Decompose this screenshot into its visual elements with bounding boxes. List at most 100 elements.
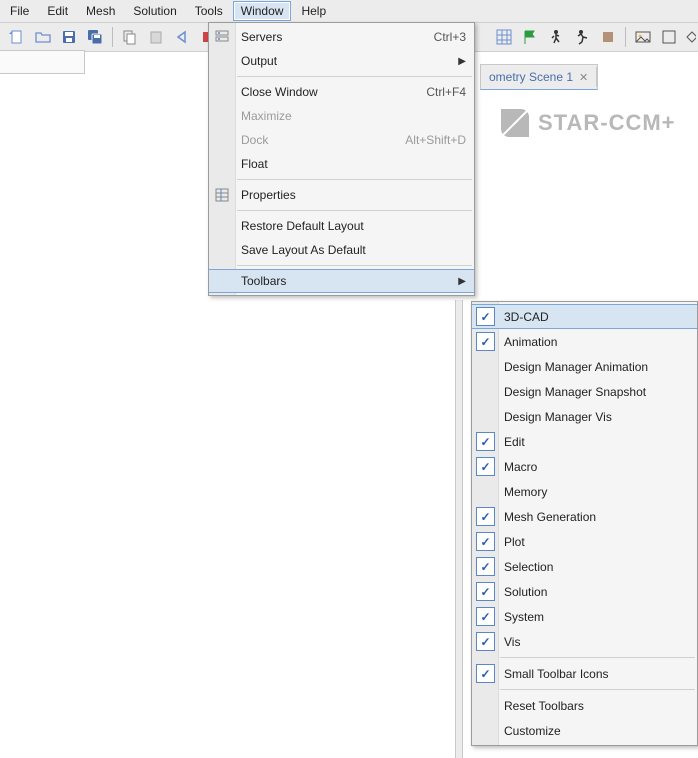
properties-icon [213,186,231,204]
sidebar-tab-stub[interactable] [0,50,85,74]
toolbar-option-small-toolbar-icons[interactable]: ✓Small Toolbar Icons [472,661,697,686]
menu-item-label: Output [241,54,277,68]
open-folder-icon[interactable] [31,25,55,49]
fullscreen-icon[interactable] [657,25,681,49]
menu-item-properties[interactable]: Properties [209,183,474,207]
toolbar-option-macro[interactable]: ✓Macro [472,454,697,479]
starccm-logo: STAR-CCM+ [500,108,676,138]
submenu-item-label: System [504,610,544,624]
menu-mesh[interactable]: Mesh [78,1,123,21]
menu-item-output[interactable]: Output▶ [209,49,474,73]
stop-icon[interactable] [596,25,620,49]
toolbar-separator [112,27,113,47]
toolbar-separator [625,27,626,47]
submenu-item-label: Animation [504,335,557,349]
submenu-item-label: Edit [504,435,525,449]
check-icon: ✓ [476,332,495,351]
check-icon: ✓ [476,607,495,626]
menu-tools[interactable]: Tools [187,1,231,21]
toolbar-option-edit[interactable]: ✓ Edit [472,429,697,454]
toolbar-option-animation[interactable]: ✓ Animation [472,329,697,354]
logo-text: STAR-CCM+ [538,110,676,136]
toolbar-option-3d-cad[interactable]: ✓ 3D-CAD [472,304,697,329]
menu-item-label: Dock [241,133,268,147]
menu-item-restore-default-layout[interactable]: Restore Default Layout [209,214,474,238]
check-icon: ✓ [476,582,495,601]
walk-icon[interactable] [544,25,568,49]
crop-icon[interactable] [683,25,697,49]
menu-item-toolbars[interactable]: Toolbars▶ [209,269,474,293]
menu-item-label: Close Window [241,85,318,99]
submenu-item-label: Plot [504,535,525,549]
toolbar-option-system[interactable]: ✓ System [472,604,697,629]
toolbar-option-memory[interactable]: Memory [472,479,697,504]
menu-separator [237,76,472,77]
copy-icon[interactable] [118,25,142,49]
submenu-item-label: Reset Toolbars [504,699,584,713]
submenu-item-label: Selection [504,560,553,574]
save-all-icon[interactable] [83,25,107,49]
check-icon: ✓ [476,432,495,451]
vertical-divider [455,300,463,758]
menu-item-maximize: Maximize [209,104,474,128]
save-icon[interactable] [57,25,81,49]
menu-item-label: Toolbars [241,274,286,288]
menu-separator [500,689,695,690]
menu-item-close-window[interactable]: Close Window Ctrl+F4 [209,80,474,104]
toolbar-option-plot[interactable]: ✓Plot [472,529,697,554]
new-file-icon[interactable] [5,25,29,49]
servers-icon [213,28,231,46]
menu-item-label: Servers [241,30,282,44]
window-dropdown-menu: Servers Ctrl+3 Output▶ Close Window Ctrl+F4 M… [208,22,475,296]
toolbar-option-solution[interactable]: ✓Solution [472,579,697,604]
toolbar-option-selection[interactable]: ✓Selection [472,554,697,579]
toolbar-option-reset-toolbars[interactable]: Reset Toolbars [472,693,697,718]
toolbars-submenu: ✓ 3D-CAD ✓ Animation Design Manager Animatio… [471,301,698,746]
menu-solution[interactable]: Solution [125,1,184,21]
toolbar-option-design-manager-snapshot[interactable]: Design Manager Snapshot [472,379,697,404]
scene-tab-label: ometry Scene 1 [489,70,573,84]
menu-edit[interactable]: Edit [39,1,76,21]
toolbar-option-vis[interactable]: ✓ Vis [472,629,697,654]
scene-tab-geometry[interactable]: ometry Scene 1 ✕ [481,67,597,87]
flag-icon[interactable] [518,25,542,49]
menu-item-float[interactable]: Float [209,152,474,176]
menu-item-label: Restore Default Layout [241,219,364,233]
menu-item-shortcut: Ctrl+F4 [426,85,466,99]
submenu-item-label: Mesh Generation [504,510,596,524]
close-icon[interactable]: ✕ [579,71,588,84]
scene-tabbar: ometry Scene 1 ✕ [480,64,598,90]
submenu-item-label: Vis [504,635,520,649]
check-icon: ✓ [476,307,495,326]
check-icon: ✓ [476,457,495,476]
menubar: FileEditMeshSolutionToolsWindowHelp [0,0,698,23]
submenu-item-label: 3D-CAD [504,310,549,324]
toolbar-option-design-manager-vis[interactable]: Design Manager Vis [472,404,697,429]
menu-item-dock: Dock Alt+Shift+D [209,128,474,152]
menu-window[interactable]: Window [233,1,292,21]
menu-item-save-layout-as-default[interactable]: Save Layout As Default [209,238,474,262]
prev-icon[interactable] [170,25,194,49]
menu-item-label: Save Layout As Default [241,243,366,257]
menu-item-label: Properties [241,188,296,202]
run-icon[interactable] [570,25,594,49]
picture-icon[interactable] [631,25,655,49]
menu-separator [237,179,472,180]
grid-icon[interactable] [492,25,516,49]
menu-item-shortcut: Alt+Shift+D [405,133,466,147]
menu-file[interactable]: File [2,1,37,21]
toolbar-option-customize[interactable]: Customize [472,718,697,743]
submenu-item-label: Small Toolbar Icons [504,667,609,681]
submenu-item-label: Design Manager Snapshot [504,385,646,399]
submenu-item-label: Design Manager Animation [504,360,648,374]
toolbar-option-design-manager-animation[interactable]: Design Manager Animation [472,354,697,379]
paste-icon[interactable] [144,25,168,49]
toolbar-option-mesh-generation[interactable]: ✓Mesh Generation [472,504,697,529]
menu-separator [500,657,695,658]
check-icon: ✓ [476,632,495,651]
menu-help[interactable]: Help [293,1,334,21]
menu-item-label: Float [241,157,268,171]
menu-item-servers[interactable]: Servers Ctrl+3 [209,25,474,49]
menu-item-shortcut: Ctrl+3 [434,30,466,44]
menu-separator [237,210,472,211]
